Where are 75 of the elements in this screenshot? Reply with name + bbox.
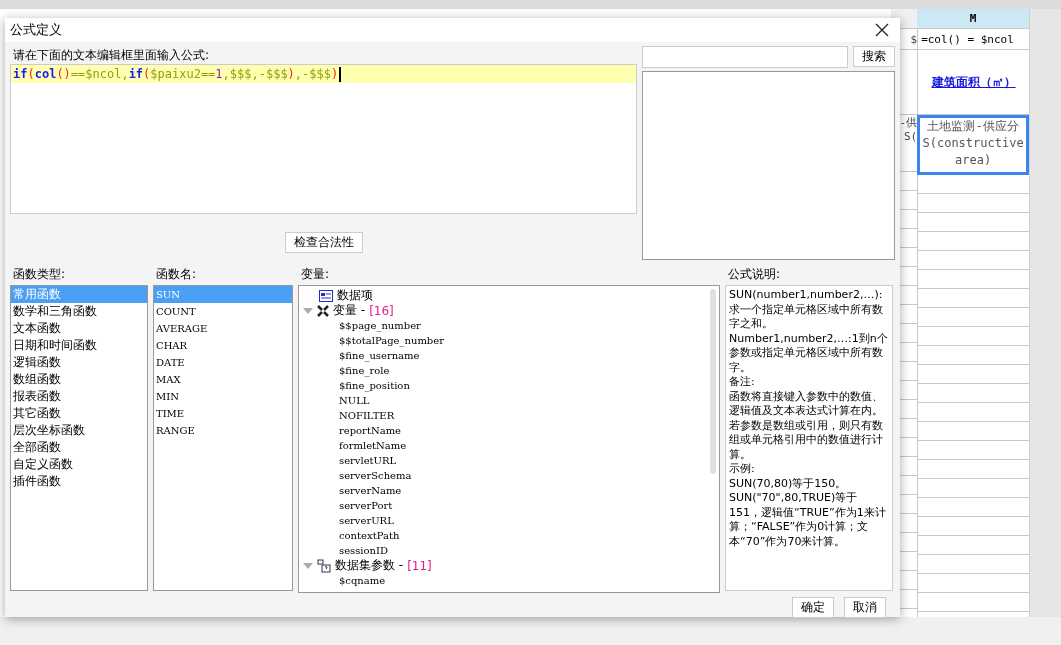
list-item[interactable]: CHAR xyxy=(154,337,292,354)
list-item[interactable]: 层次坐标函数 xyxy=(11,422,147,439)
tree-node[interactable]: 数据项 xyxy=(337,287,373,304)
list-item[interactable]: MAX xyxy=(154,371,292,388)
cell-text: S( xyxy=(902,130,918,143)
tree-item[interactable]: $fine_position xyxy=(339,380,410,391)
list-item[interactable]: TIME xyxy=(154,405,292,422)
list-item[interactable]: MIN xyxy=(154,388,292,405)
tree-item[interactable]: serverURL xyxy=(339,515,394,526)
selected-cell[interactable]: 土地监测-供应分 S(constructive area) xyxy=(917,115,1029,175)
list-label: 函数名: xyxy=(155,265,198,283)
column-header[interactable]: M xyxy=(917,9,1029,29)
list-item[interactable]: 全部函数 xyxy=(11,439,147,456)
list-item[interactable]: 数学和三角函数 xyxy=(11,303,147,320)
editor-label: 请在下面的文本编辑框里面输入公式: xyxy=(12,46,211,64)
tree-item[interactable]: NULL xyxy=(339,395,370,406)
description-text: SUN(number1,number2,…):求一个指定单元格区域中所有数字之和。 xyxy=(729,288,884,332)
count-text: [11] xyxy=(407,558,432,573)
close-icon xyxy=(875,23,889,37)
list-item[interactable]: RANGE xyxy=(154,422,292,439)
tree-item[interactable]: sessionID xyxy=(339,545,388,556)
tree-node[interactable]: 变量 - xyxy=(333,302,366,319)
tree-node[interactable]: 数据集参数 - xyxy=(335,557,404,574)
variable-icon xyxy=(317,304,329,317)
description-text: Number1,number2,…:1到n个参数或指定单元格区域中所有数字。 xyxy=(729,331,889,375)
list-item[interactable]: AVERAGE xyxy=(154,320,292,337)
tree-item[interactable]: contextPath xyxy=(339,530,400,541)
tree-item[interactable]: $fine_username xyxy=(339,350,420,361)
list-label: 函数类型: xyxy=(12,265,67,283)
check-button[interactable]: 检查合法性 xyxy=(284,232,363,253)
formula-text: if(col()==$ncol,if($paixu2==1,$$$,-$$$),-$$$) xyxy=(11,65,636,83)
tree-item[interactable]: $$page_number xyxy=(339,320,421,331)
list-item[interactable]: 插件函数 xyxy=(11,473,147,490)
description-text: SUN(70,80)等于150。 xyxy=(729,476,848,491)
cell-text: $ xyxy=(909,32,918,46)
list-item[interactable]: 文本函数 xyxy=(11,320,147,337)
list-item[interactable]: COUNT xyxy=(154,303,292,320)
list-item[interactable]: 逻辑函数 xyxy=(11,354,147,371)
expander-icon[interactable] xyxy=(303,561,313,570)
search-button[interactable]: 搜索 xyxy=(853,46,895,67)
description-text: 函数将直接键入参数中的数值、逻辑值及文本表达式计算在内。若参数是数组或引用，则只有数组或单元格引用中的数值进行计算。 xyxy=(729,389,884,462)
description-text: 示例: xyxy=(729,462,756,477)
list-item[interactable]: 数组函数 xyxy=(11,371,147,388)
scrollbar-thumb[interactable] xyxy=(710,289,716,474)
tree-item[interactable]: reportName xyxy=(339,425,402,436)
list-item[interactable]: 报表函数 xyxy=(11,388,147,405)
tree-item[interactable]: serverPort xyxy=(339,500,393,511)
tree-item[interactable]: $fine_role xyxy=(339,365,390,376)
tree-item[interactable]: servletURL xyxy=(339,455,397,466)
data-item-icon xyxy=(319,289,333,302)
tree-item[interactable]: $cqname xyxy=(339,575,386,586)
cell-text: =col() = $ncol xyxy=(921,32,1014,46)
formula-editor[interactable]: if(col()==$ncol,if($paixu2==1,$$$,-$$$),-$$$) xyxy=(10,64,637,214)
list-label: 变量: xyxy=(300,265,331,283)
dialog-title: 公式定义 xyxy=(10,21,62,39)
expander-icon[interactable] xyxy=(303,306,313,315)
cell-text: -供 xyxy=(898,115,918,130)
column-heading-link[interactable]: 建筑面积（㎡） xyxy=(931,73,1016,91)
ok-button[interactable]: 确定 xyxy=(792,597,834,618)
search-field[interactable] xyxy=(642,46,848,68)
tree-item[interactable]: formletName xyxy=(339,440,407,451)
list-item[interactable]: 自定义函数 xyxy=(11,456,147,473)
list-label: 公式说明: xyxy=(727,265,782,283)
cancel-button[interactable]: 取消 xyxy=(844,597,886,618)
parameter-icon xyxy=(317,558,331,573)
tree-item[interactable]: NOFILTER xyxy=(339,410,395,421)
tree-item[interactable]: $$totalPage_number xyxy=(339,335,444,346)
list-item[interactable]: DATE xyxy=(154,354,292,371)
list-item[interactable]: 其它函数 xyxy=(11,405,147,422)
description-text: 备注: xyxy=(729,375,756,390)
tree-item[interactable]: serverName xyxy=(339,485,402,496)
description-text: SUN("70",80,TRUE)等于151，逻辑值“TRUE”作为1来计算；“FALSE”作为0计算；文本“70”作为70来计算。 xyxy=(729,491,887,549)
count-text: [16] xyxy=(369,303,394,318)
list-item[interactable]: 日期和时间函数 xyxy=(11,337,147,354)
tree-item[interactable]: serverSchema xyxy=(339,470,412,481)
